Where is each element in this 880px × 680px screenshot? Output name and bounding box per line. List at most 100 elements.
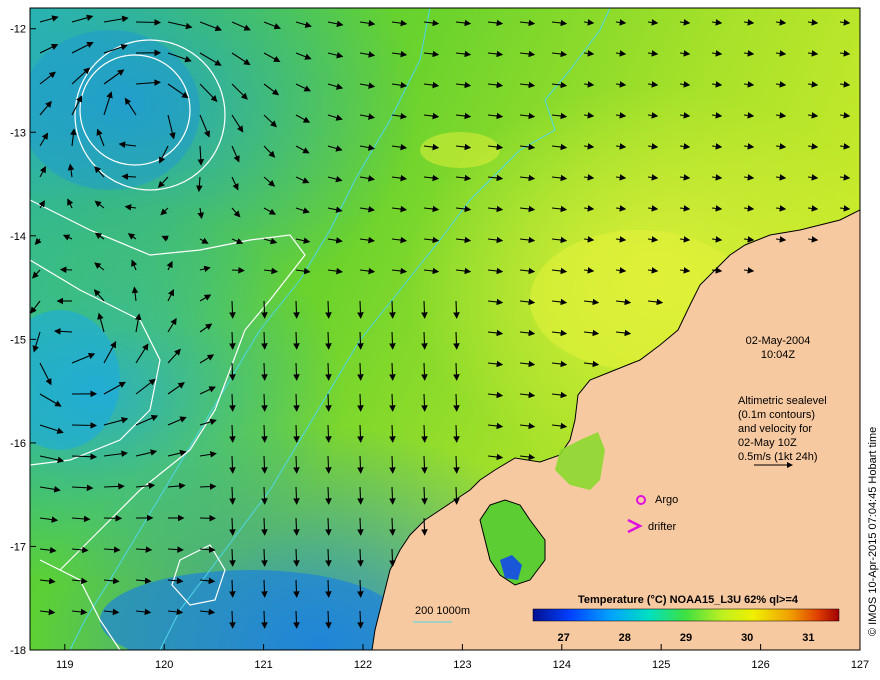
sealevel-note-line-1: Altimetric sealevel: [738, 395, 827, 407]
velocity-arrow: [293, 455, 300, 474]
velocity-arrow: [357, 331, 364, 350]
lon-tick-label: 125: [652, 659, 670, 671]
velocity-arrow: [293, 517, 300, 536]
velocity-arrow: [357, 362, 364, 381]
velocity-arrow: [325, 579, 332, 598]
velocity-arrow: [357, 579, 364, 598]
velocity-arrow: [229, 424, 236, 443]
map-date: 02-May-2004: [746, 335, 811, 347]
colorbar: [532, 608, 840, 622]
colorbar-tick-label: 28: [619, 632, 631, 644]
velocity-arrow: [453, 300, 460, 319]
velocity-arrow: [293, 579, 300, 598]
colorbar-tick-label: 29: [680, 632, 692, 644]
velocity-arrow: [453, 486, 460, 505]
lon-tick-label: 124: [553, 659, 571, 671]
velocity-arrow: [421, 517, 428, 536]
lat-tick-label: -16: [10, 438, 26, 450]
sealevel-note-line-3: and velocity for: [738, 423, 812, 435]
map-time: 10:04Z: [761, 349, 796, 361]
velocity-arrow: [421, 362, 428, 381]
velocity-arrow: [261, 517, 268, 536]
sst-map: 119 120 121 122 123 124 125 126 127 -12 -13 -14 -15…: [10, 7, 879, 671]
velocity-arrow: [389, 331, 396, 350]
velocity-arrow: [325, 331, 332, 350]
velocity-arrow: [229, 548, 236, 567]
velocity-arrow: [389, 424, 396, 443]
velocity-arrow: [357, 548, 364, 567]
velocity-arrow: [325, 300, 332, 319]
velocity-arrow: [357, 455, 364, 474]
lat-tick-label: -17: [10, 541, 26, 553]
lat-tick-label: -15: [10, 334, 26, 346]
sealevel-note-line-4: 02-May 10Z: [738, 437, 797, 449]
colorbar-tick-label: 31: [802, 632, 814, 644]
lon-tick-label: 123: [453, 659, 471, 671]
velocity-arrow: [229, 517, 236, 536]
velocity-arrow: [389, 486, 396, 505]
velocity-arrow: [229, 455, 236, 474]
velocity-arrow: [325, 610, 332, 629]
velocity-arrow: [389, 300, 396, 319]
velocity-arrow: [357, 610, 364, 629]
velocity-arrow: [261, 393, 268, 412]
lon-tick-label: 127: [851, 659, 869, 671]
sealevel-note-line-5: 0.5m/s (1kt 24h): [738, 451, 817, 463]
velocity-arrow: [325, 362, 332, 381]
velocity-arrow: [261, 455, 268, 474]
velocity-arrow: [293, 610, 300, 629]
velocity-arrow: [293, 424, 300, 443]
velocity-arrow: [229, 610, 236, 629]
velocity-arrow: [389, 517, 396, 536]
velocity-arrow: [135, 19, 162, 26]
velocity-arrow: [229, 331, 236, 350]
velocity-arrow: [293, 486, 300, 505]
drifter-label: drifter: [648, 521, 676, 533]
velocity-arrow: [325, 455, 332, 474]
velocity-arrow: [261, 548, 268, 567]
velocity-arrow: [421, 486, 428, 505]
colorbar-tick-label: 27: [557, 632, 569, 644]
cool-patch-nw: [30, 30, 200, 190]
velocity-arrow: [389, 455, 396, 474]
velocity-arrow: [261, 424, 268, 443]
lon-tick-label: 119: [56, 659, 74, 671]
warm-patch-2: [420, 132, 500, 168]
velocity-arrow: [325, 393, 332, 412]
depth-label: 200 1000m: [415, 605, 470, 617]
credit-text: © IMOS 10-Apr-2015 07:04:45 Hobart time: [867, 427, 879, 636]
argo-label: Argo: [655, 494, 678, 506]
velocity-arrow: [231, 267, 245, 274]
velocity-arrow: [421, 455, 428, 474]
cool-patch-sw: [100, 570, 400, 650]
velocity-arrow: [389, 362, 396, 381]
lon-tick-label: 126: [751, 659, 769, 671]
velocity-arrow: [325, 486, 332, 505]
velocity-arrow: [71, 422, 98, 429]
velocity-arrow: [325, 548, 332, 567]
velocity-arrow: [261, 362, 268, 381]
velocity-arrow: [325, 517, 332, 536]
velocity-arrow: [261, 331, 268, 350]
velocity-arrow: [357, 393, 364, 412]
lon-tick-label: 120: [155, 659, 173, 671]
lon-tick-label: 122: [354, 659, 372, 671]
velocity-arrow: [453, 424, 460, 443]
velocity-arrow: [421, 331, 428, 350]
velocity-arrow: [261, 579, 268, 598]
lat-tick-label: -14: [10, 231, 26, 243]
velocity-arrow: [229, 362, 236, 381]
velocity-arrow: [293, 331, 300, 350]
colorbar-title: Temperature (°C) NOAA15_L3U 62% ql>=4: [578, 594, 799, 606]
velocity-arrow: [421, 300, 428, 319]
velocity-arrow: [453, 455, 460, 474]
velocity-arrow: [357, 486, 364, 505]
lon-tick-label: 121: [254, 659, 272, 671]
velocity-arrow: [325, 424, 332, 443]
velocity-arrow: [453, 393, 460, 412]
lat-tick-label: -18: [10, 645, 26, 657]
velocity-arrow: [421, 424, 428, 443]
velocity-arrow: [229, 393, 236, 412]
velocity-arrow: [261, 486, 268, 505]
velocity-arrow: [357, 300, 364, 319]
